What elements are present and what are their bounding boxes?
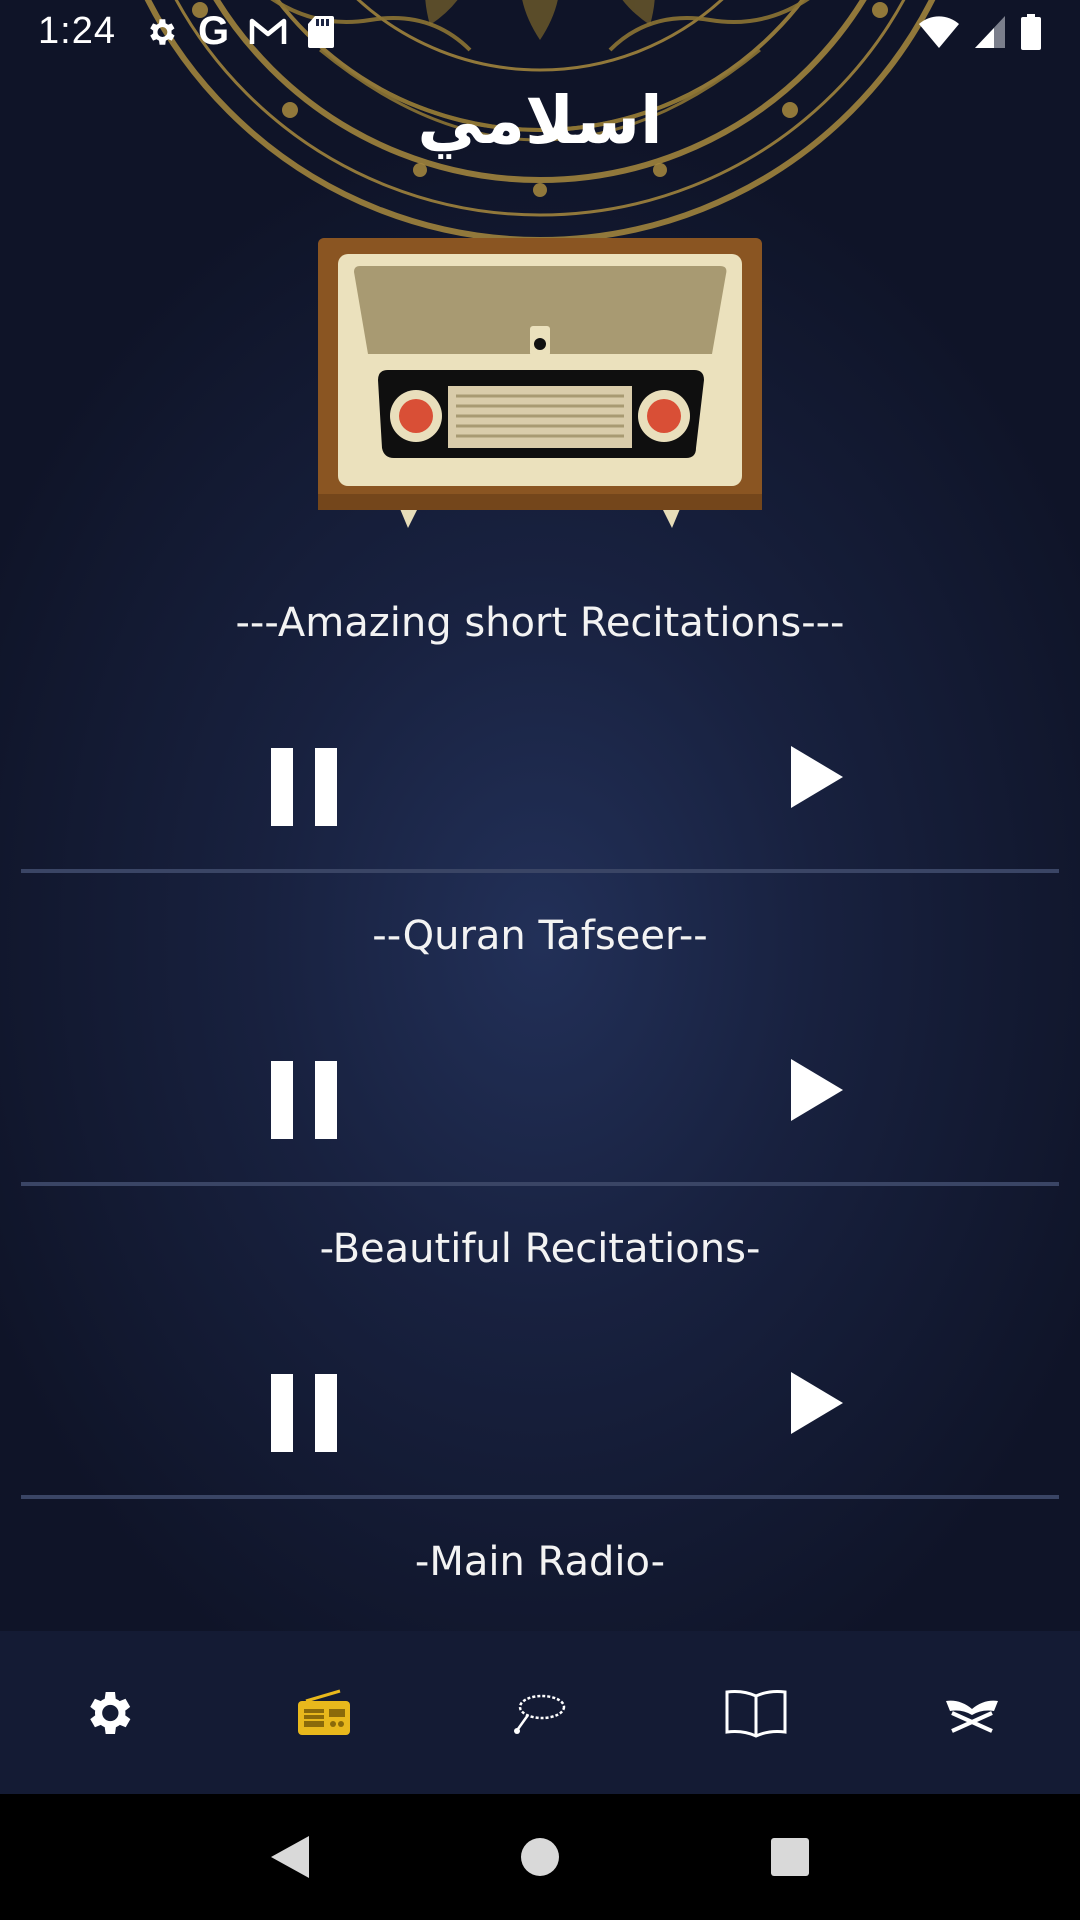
gmail-icon bbox=[249, 17, 287, 47]
quran-icon bbox=[946, 1700, 998, 1733]
pause-button[interactable] bbox=[271, 1374, 337, 1452]
play-button[interactable] bbox=[791, 1059, 843, 1121]
nav-radio[interactable] bbox=[254, 1653, 394, 1773]
recents-icon[interactable] bbox=[760, 1827, 820, 1887]
settings-icon bbox=[90, 1691, 131, 1734]
radio-illustration bbox=[318, 238, 762, 528]
station-item: -Main Radio- bbox=[21, 1499, 1059, 1649]
station-list: ---Amazing short Recitations--- --Quran … bbox=[0, 560, 1080, 1649]
home-icon[interactable] bbox=[510, 1827, 570, 1887]
station-item: -Beautiful Recitations- bbox=[21, 1186, 1059, 1499]
station-item: --Quran Tafseer-- bbox=[21, 873, 1059, 1186]
status-bar: 1:24 G bbox=[0, 0, 1080, 63]
pause-button[interactable] bbox=[271, 748, 337, 826]
book-icon bbox=[725, 1689, 787, 1738]
google-icon: G bbox=[197, 9, 230, 53]
bottom-nav bbox=[0, 1631, 1080, 1794]
wifi-icon bbox=[918, 15, 960, 49]
nav-book[interactable] bbox=[686, 1653, 826, 1773]
station-title: -Beautiful Recitations- bbox=[319, 1226, 761, 1272]
station-title: --Quran Tafseer-- bbox=[372, 913, 708, 959]
station-item: ---Amazing short Recitations--- bbox=[21, 560, 1059, 873]
gear-icon bbox=[144, 15, 178, 49]
back-icon[interactable] bbox=[260, 1827, 320, 1887]
status-time: 1:24 bbox=[38, 10, 116, 52]
sd-card-icon bbox=[307, 15, 335, 49]
cellular-signal-icon bbox=[974, 15, 1006, 49]
battery-icon bbox=[1020, 13, 1042, 50]
app-screen: 1:24 G اسلامي ---Amazing short Recitatio… bbox=[0, 0, 1080, 1920]
play-button[interactable] bbox=[791, 1372, 843, 1434]
system-status-icons bbox=[918, 13, 1042, 50]
radio-icon bbox=[298, 1689, 350, 1735]
play-button[interactable] bbox=[791, 746, 843, 808]
nav-settings[interactable] bbox=[38, 1653, 178, 1773]
nav-tasbih[interactable] bbox=[470, 1653, 610, 1773]
station-title: ---Amazing short Recitations--- bbox=[235, 600, 845, 646]
system-nav-bar bbox=[0, 1794, 1080, 1920]
app-title: اسلامي bbox=[417, 82, 663, 159]
tasbih-icon bbox=[514, 1694, 566, 1734]
notification-icons: G bbox=[144, 9, 335, 54]
pause-button[interactable] bbox=[271, 1061, 337, 1139]
nav-quran[interactable] bbox=[902, 1653, 1042, 1773]
station-title: -Main Radio- bbox=[414, 1539, 666, 1585]
